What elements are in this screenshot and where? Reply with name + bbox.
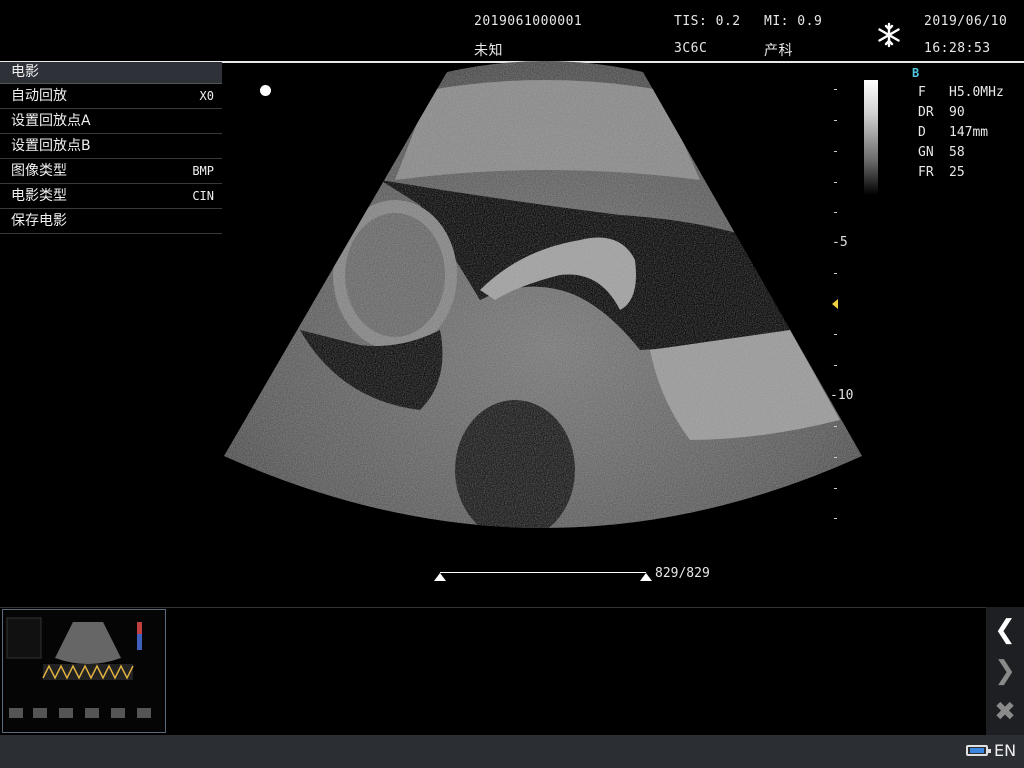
depth-tick — [834, 365, 837, 366]
param-value: 25 — [949, 165, 965, 180]
menu-item-value: BMP — [192, 164, 214, 178]
param-value: 90 — [949, 105, 965, 120]
menu-item-set-point-a[interactable]: 设置回放点A — [0, 109, 222, 134]
depth-tick — [834, 182, 837, 183]
param-key: D — [918, 125, 926, 140]
depth-label: -10 — [830, 388, 854, 403]
menu-item-cine-type[interactable]: 电影类型 CIN — [0, 184, 222, 209]
cine-progress-track[interactable] — [440, 572, 646, 573]
param-value: 58 — [949, 145, 965, 160]
cine-start-marker[interactable] — [434, 573, 446, 581]
menu-item-save-cine[interactable]: 保存电影 — [0, 209, 222, 234]
focus-marker[interactable] — [832, 299, 838, 309]
depth-tick — [834, 426, 837, 427]
cine-frame-counter: 829/829 — [655, 566, 710, 581]
param-key: F — [918, 85, 926, 100]
menu-item-label: 图像类型 — [11, 163, 67, 179]
orientation-marker — [260, 85, 271, 96]
menu-item-label: 保存电影 — [11, 213, 67, 229]
depth-tick — [834, 212, 837, 213]
param-value: H5.0MHz — [949, 85, 1004, 100]
param-value: 147mm — [949, 125, 989, 140]
menu-item-label: 电影类型 — [11, 188, 67, 204]
param-key: GN — [918, 145, 934, 160]
menu-item-value: X0 — [199, 89, 214, 103]
imaging-mode: B — [912, 66, 920, 80]
param-key: DR — [918, 105, 934, 120]
close-icon[interactable]: ✖ — [988, 694, 1022, 730]
thumbnail-item[interactable] — [2, 609, 166, 733]
cine-menu-title: 电影 — [0, 62, 222, 84]
depth-tick — [834, 89, 837, 90]
depth-tick — [834, 488, 837, 489]
status-bar — [0, 735, 1024, 768]
menu-item-image-type[interactable]: 图像类型 BMP — [0, 159, 222, 184]
depth-tick — [834, 273, 837, 274]
grayscale-bar — [864, 80, 878, 195]
chevron-right-icon[interactable]: ❯ — [988, 653, 1022, 689]
chevron-left-icon[interactable]: ❮ — [988, 612, 1022, 648]
depth-tick — [834, 120, 837, 121]
menu-item-label: 自动回放 — [11, 88, 67, 104]
depth-tick — [834, 457, 837, 458]
cine-menu: 电影 自动回放 X0 设置回放点A 设置回放点B 图像类型 BMP 电影类型 C… — [0, 62, 222, 234]
menu-item-value: CIN — [192, 189, 214, 203]
depth-tick — [834, 334, 837, 335]
depth-label: -5 — [832, 235, 848, 250]
menu-item-label: 设置回放点B — [11, 138, 91, 154]
depth-tick — [834, 518, 837, 519]
cine-end-marker[interactable] — [640, 573, 652, 581]
param-key: FR — [918, 165, 934, 180]
language-indicator[interactable]: EN — [994, 741, 1016, 760]
menu-item-label: 设置回放点A — [11, 113, 91, 129]
depth-tick — [834, 151, 837, 152]
menu-item-auto-replay[interactable]: 自动回放 X0 — [0, 84, 222, 109]
battery-icon — [966, 745, 991, 756]
menu-item-set-point-b[interactable]: 设置回放点B — [0, 134, 222, 159]
